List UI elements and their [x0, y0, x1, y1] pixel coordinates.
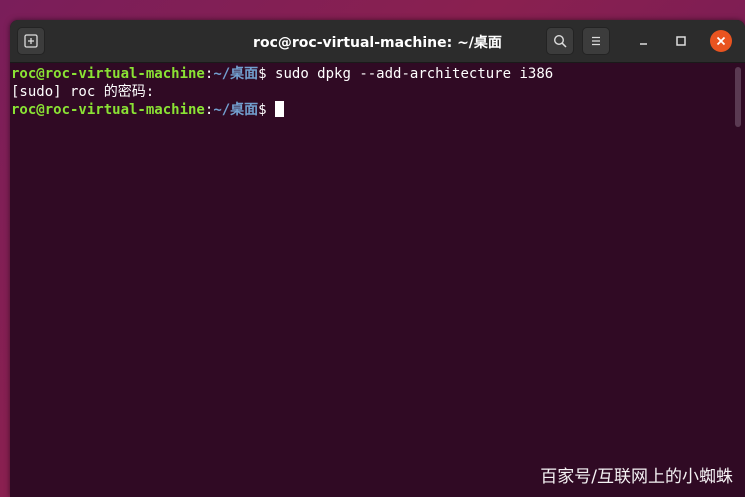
- watermark-text: 百家号/互联网上的小蜘蛛: [540, 467, 733, 487]
- sudo-prompt-text: [sudo] roc 的密码:: [11, 84, 155, 100]
- terminal-line-2: [sudo] roc 的密码:: [11, 83, 733, 101]
- prompt-path: ~/桌面: [213, 66, 259, 82]
- search-icon: [553, 34, 567, 48]
- minimize-icon[interactable]: [634, 31, 654, 51]
- command-text: $ sudo dpkg --add-architecture i386: [258, 66, 554, 82]
- terminal-output[interactable]: roc@roc-virtual-machine:~/桌面$ sudo dpkg …: [10, 63, 733, 497]
- prompt-symbol: $: [258, 102, 276, 118]
- maximize-icon[interactable]: [671, 31, 691, 51]
- search-button[interactable]: [546, 27, 574, 55]
- text-cursor: [275, 101, 285, 117]
- title-bar[interactable]: roc@roc-virtual-machine: ~/桌面: [10, 20, 745, 63]
- hamburger-menu-icon: [592, 36, 600, 46]
- terminal-line-3: roc@roc-virtual-machine:~/桌面$: [11, 101, 733, 119]
- terminal-line-1: roc@roc-virtual-machine:~/桌面$ sudo dpkg …: [11, 66, 554, 82]
- menu-button[interactable]: [582, 27, 610, 55]
- prompt-path: ~/桌面: [213, 102, 259, 118]
- terminal-window: roc@roc-virtual-machine: ~/桌面 roc@roc-vi…: [10, 20, 745, 497]
- prompt-user: roc@roc-virtual-machine: [11, 102, 205, 118]
- close-icon: [716, 36, 726, 46]
- close-button[interactable]: [710, 30, 732, 52]
- scrollbar[interactable]: [735, 67, 741, 127]
- prompt-user: roc@roc-virtual-machine: [11, 66, 205, 82]
